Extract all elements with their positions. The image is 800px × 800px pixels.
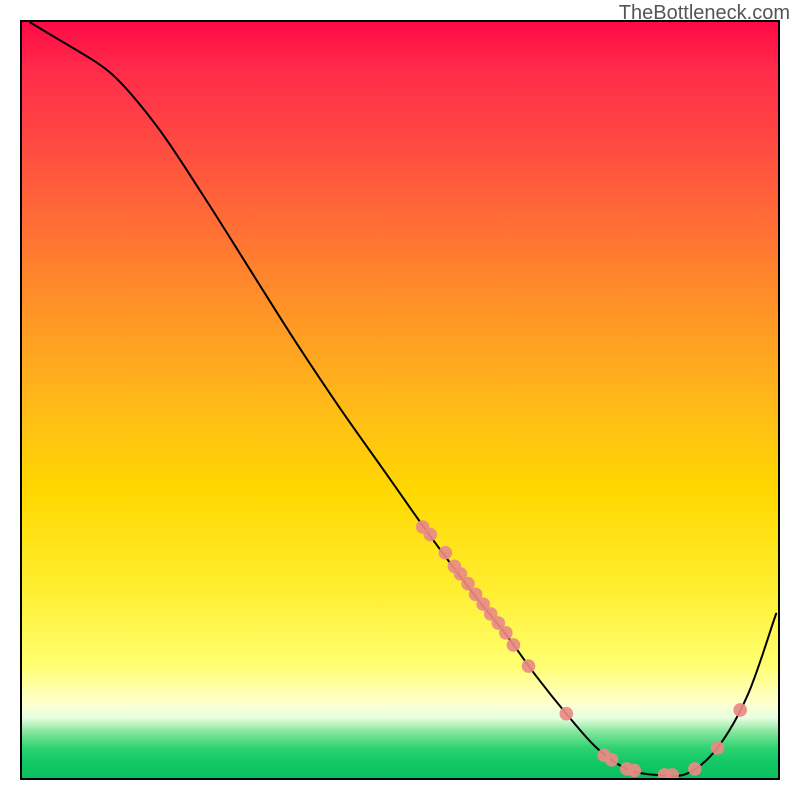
scatter-point <box>439 546 453 560</box>
scatter-point <box>499 626 513 640</box>
bottleneck-chart: TheBottleneck.com <box>0 0 800 800</box>
scatter-point <box>507 638 521 652</box>
scatter-point <box>711 741 725 755</box>
plot-area <box>20 20 780 780</box>
scatter-point <box>522 659 536 673</box>
scatter-point <box>423 528 437 542</box>
scatter-layer <box>416 520 747 778</box>
scatter-point <box>605 753 619 767</box>
curve-path <box>30 22 777 776</box>
scatter-point <box>628 764 642 778</box>
chart-svg <box>22 22 778 778</box>
scatter-point <box>733 703 747 717</box>
scatter-point <box>560 707 574 721</box>
scatter-point <box>688 762 702 776</box>
curve-layer <box>30 22 777 776</box>
